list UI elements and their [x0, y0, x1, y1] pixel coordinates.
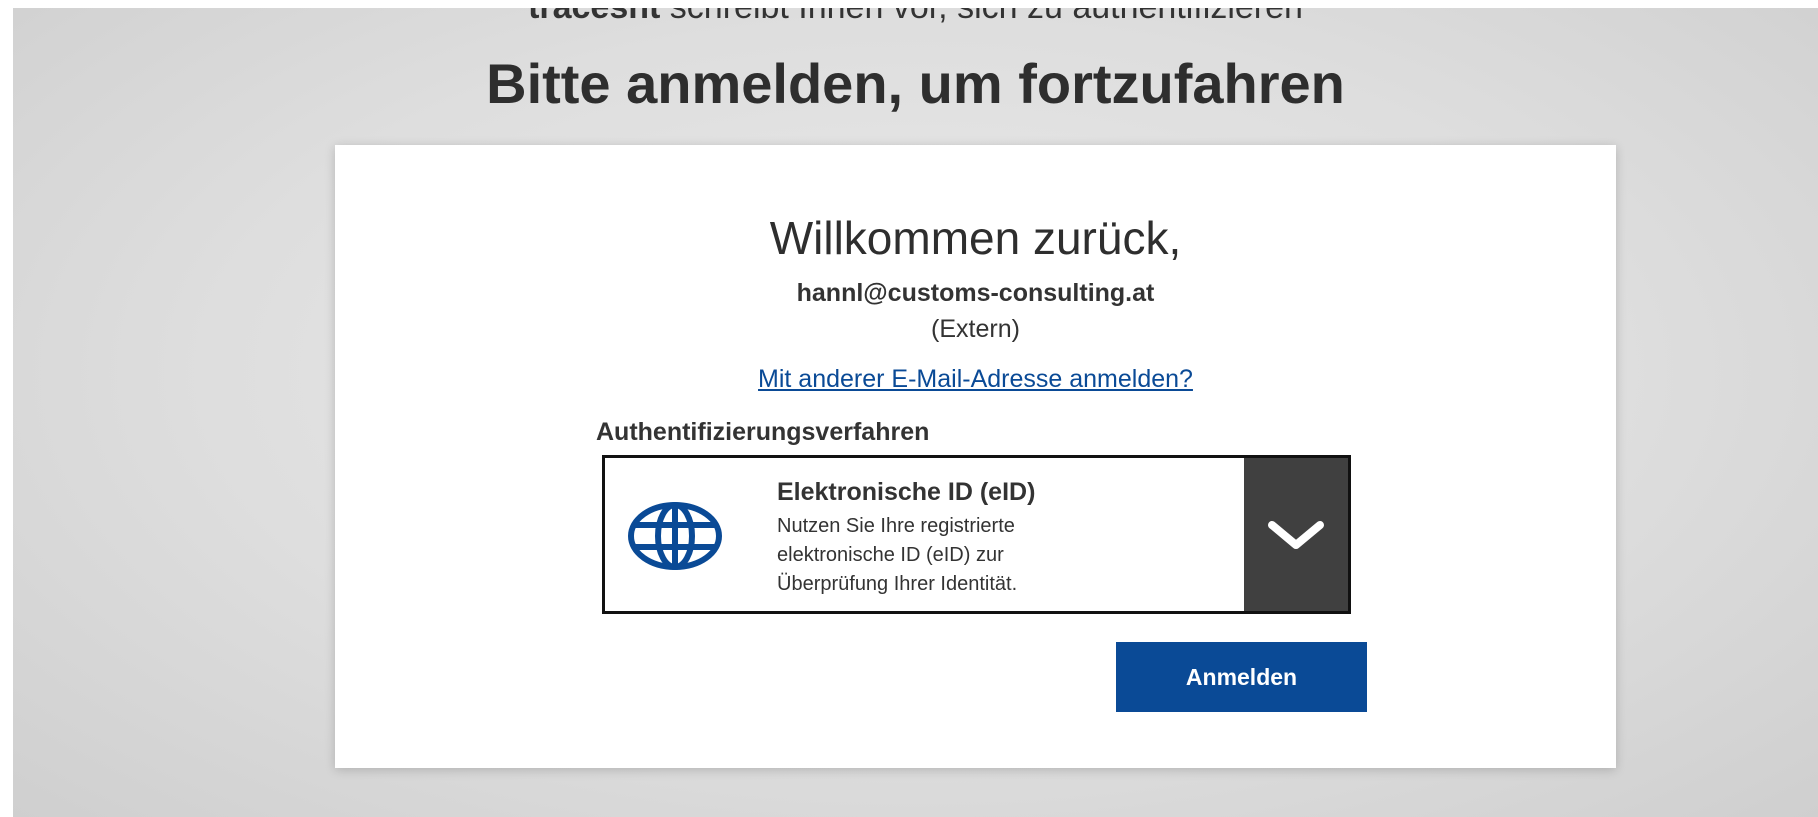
auth-method-label: Authentifizierungsverfahren — [596, 418, 930, 446]
auth-method-title: Elektronische ID (eID) — [777, 478, 1036, 506]
app-name: tracesnt — [528, 8, 660, 26]
auth-method-description-line: elektronische ID (eID) zur — [777, 544, 1004, 566]
auth-method-description-line: Nutzen Sie Ihre registrierte — [777, 515, 1015, 537]
account-type: (Extern) — [931, 315, 1020, 343]
chevron-down-icon — [1268, 520, 1324, 549]
globe-icon — [628, 502, 722, 570]
auth-notice: tracesnt schreibt Ihnen vor, sich zu aut… — [13, 8, 1818, 24]
auth-method-description: Nutzen Sie Ihre registrierte elektronisc… — [777, 512, 1137, 599]
auth-notice-text: schreibt Ihnen vor, sich zu authentifizi… — [670, 8, 1303, 26]
dropdown-toggle[interactable] — [1244, 458, 1348, 611]
switch-account-link[interactable]: Mit anderer E-Mail-Adresse anmelden? — [335, 365, 1616, 394]
login-card: Willkommen zurück, hannl@customs-consult… — [335, 145, 1616, 768]
auth-method-select[interactable]: Elektronische ID (eID) Nutzen Sie Ihre r… — [602, 455, 1351, 614]
page-title: Bitte anmelden, um fortzufahren — [486, 52, 1345, 115]
welcome-heading: Willkommen zurück, — [769, 212, 1182, 264]
login-page: tracesnt schreibt Ihnen vor, sich zu aut… — [13, 8, 1818, 817]
user-email: hannl@customs-consulting.at — [796, 279, 1155, 307]
auth-method-description-line: Überprüfung Ihrer Identität. — [777, 573, 1018, 595]
login-button[interactable]: Anmelden — [1116, 642, 1367, 712]
